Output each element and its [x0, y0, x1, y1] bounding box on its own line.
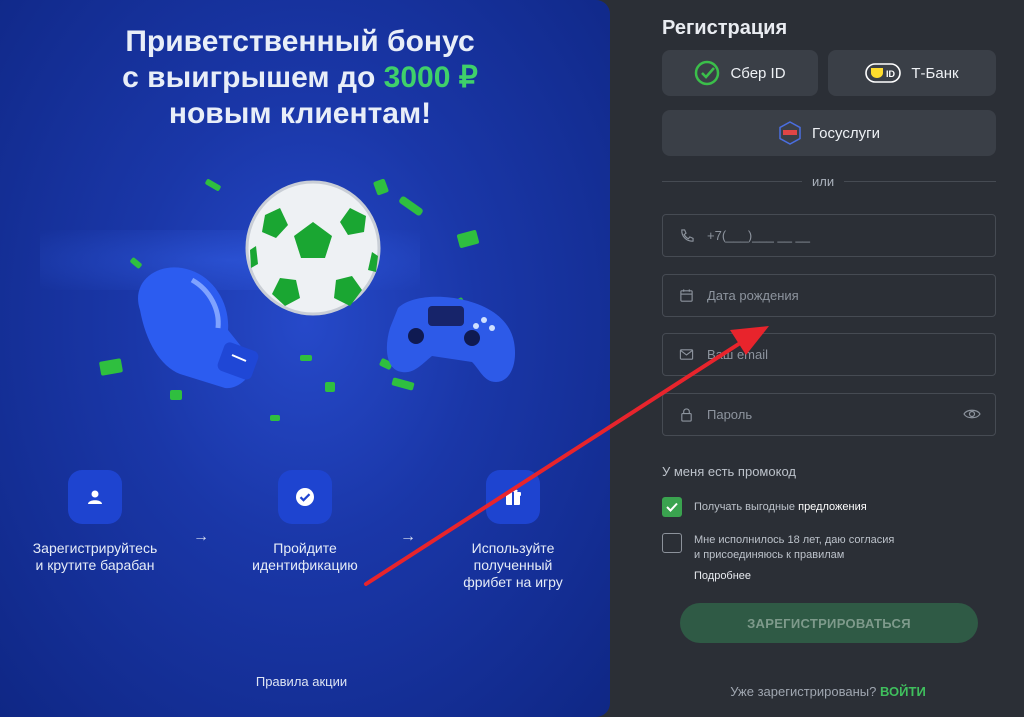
promo-title-line2: с выигрышем до 3000 ₽	[0, 60, 600, 96]
user-icon	[68, 470, 122, 524]
promo-title-line3: новым клиентам!	[168, 97, 432, 130]
email-input[interactable]: Ваш email	[662, 333, 996, 376]
offers-text: Получать выгодные	[694, 501, 799, 513]
already-registered-text: Уже зарегистрированы?	[730, 684, 880, 699]
tbank-logo-icon: ID	[865, 63, 902, 83]
offers-checkbox[interactable]	[662, 497, 682, 517]
promo-title-line1: Приветственный бонус	[125, 25, 475, 58]
bonus-amount: 3000 ₽	[383, 61, 478, 94]
gosuslugi-label: Госуслуги	[812, 124, 880, 142]
age-consent-label: Мне исполнилось 18 лет, даю согласия и п…	[694, 533, 894, 563]
tbank-button[interactable]: ID Т-Банк	[828, 50, 996, 96]
registration-title: Регистрация	[662, 17, 788, 39]
step-label-line: полученный	[473, 557, 553, 573]
password-input[interactable]: Пароль	[662, 393, 996, 436]
phone-icon	[679, 228, 695, 244]
age-consent-line: Мне исполнилось 18 лет, даю согласия	[694, 534, 895, 546]
eye-icon[interactable]	[963, 407, 981, 424]
promo-hero-illustration	[99, 178, 516, 421]
sber-id-label: Сбер ID	[730, 64, 786, 82]
password-placeholder: Пароль	[707, 407, 753, 422]
boxing-glove-icon	[138, 267, 259, 389]
game-controller-icon	[386, 296, 516, 382]
soccer-ball-icon	[245, 180, 381, 316]
step-label-line: Используйте	[471, 540, 555, 556]
gift-icon	[486, 470, 540, 524]
step-freebet-label: Используйте полученный фрибет на игру	[418, 540, 608, 591]
lock-icon	[679, 407, 695, 423]
birth-date-input[interactable]: Дата рождения	[662, 274, 996, 317]
check-badge-icon	[278, 470, 332, 524]
step-arrow-icon: →	[193, 528, 209, 545]
gosuslugi-button[interactable]: Госуслуги	[662, 110, 996, 156]
divider-or-text: или	[802, 174, 845, 189]
age-consent-line: и присоединяюсь к правилам	[694, 549, 845, 561]
sber-logo-icon	[695, 60, 720, 86]
step-label-line: Зарегистрируйтесь	[32, 540, 158, 556]
registration-panel: Регистрация Сбер ID ID Т-Банк Госуслуги	[632, 0, 1024, 717]
step-register-label: Зарегистрируйтесь и крутите барабан	[0, 540, 190, 574]
step-label-line: и крутите барабан	[35, 557, 155, 573]
birth-date-placeholder: Дата рождения	[707, 288, 799, 303]
step-arrow-icon: →	[400, 528, 416, 545]
step-label-line: Пройдите	[273, 540, 337, 556]
step-label-line: фрибет на игру	[463, 574, 563, 590]
promo-code-toggle[interactable]: У меня есть промокод	[662, 464, 796, 479]
phone-placeholder: +7(___)___ __ __	[707, 228, 811, 243]
mail-icon	[679, 347, 695, 363]
step-label-line: идентификацию	[252, 557, 358, 573]
offers-link[interactable]: предложения	[798, 501, 867, 513]
phone-input[interactable]: +7(___)___ __ __	[662, 214, 996, 257]
step-identify-label: Пройдите идентификацию	[210, 540, 400, 574]
svg-text:ID: ID	[886, 69, 896, 79]
promo-title: Приветственный бонус с выигрышем до 3000…	[0, 24, 600, 132]
login-prompt: Уже зарегистрированы? ВОЙТИ	[632, 684, 1024, 699]
tbank-label: Т-Банк	[911, 64, 959, 82]
step-freebet: Используйте полученный фрибет на игру	[418, 470, 608, 591]
email-placeholder: Ваш email	[707, 347, 769, 362]
age-consent-checkbox[interactable]	[662, 533, 682, 553]
sber-id-button[interactable]: Сбер ID	[662, 50, 818, 96]
promo-panel: Приветственный бонус с выигрышем до 3000…	[0, 0, 610, 717]
login-link[interactable]: ВОЙТИ	[880, 684, 926, 699]
more-details-link[interactable]: Подробнее	[694, 570, 751, 582]
register-button[interactable]: ЗАРЕГИСТРИРОВАТЬСЯ	[680, 603, 978, 643]
step-register: Зарегистрируйтесь и крутите барабан	[0, 470, 190, 574]
promo-rules-link[interactable]: Правила акции	[0, 674, 603, 689]
registration-page: Приветственный бонус с выигрышем до 3000…	[0, 0, 1024, 717]
step-identify: Пройдите идентификацию	[210, 470, 400, 574]
offers-label: Получать выгодные предложения	[694, 500, 867, 515]
check-icon	[666, 502, 678, 512]
promo-steps: Зарегистрируйтесь и крутите барабан → Пр…	[0, 470, 610, 610]
calendar-icon	[679, 288, 695, 304]
promo-title-prefix: с выигрышем до	[122, 61, 384, 94]
gosuslugi-logo-icon	[779, 121, 801, 145]
